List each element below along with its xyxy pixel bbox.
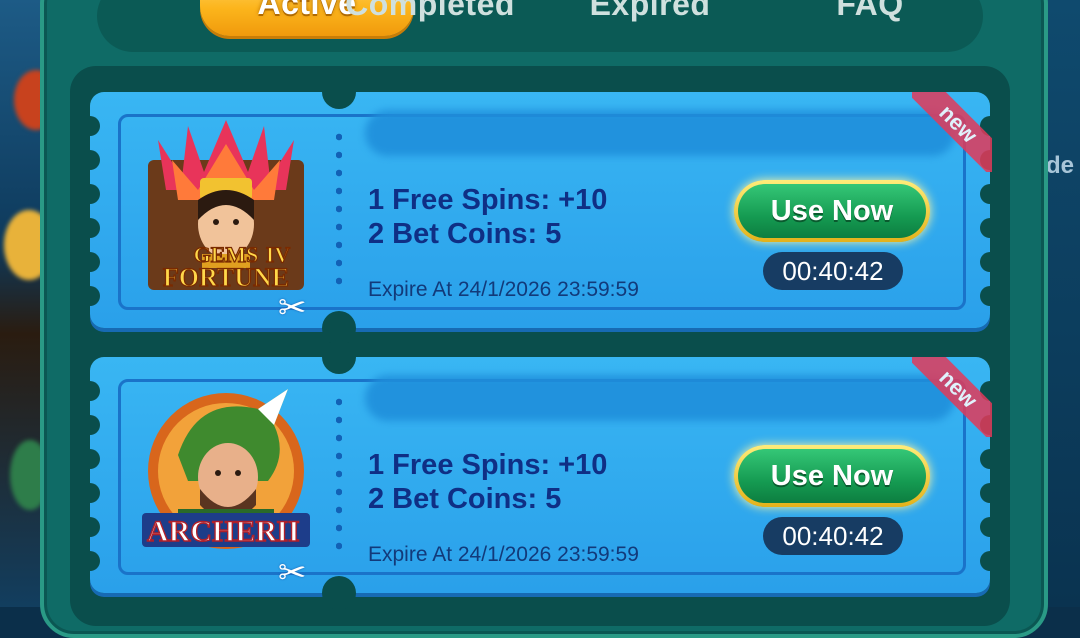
coupon-card: GEMS IV FORTUNE ✂ 1 Free Spins: +10 2 Be…: [80, 75, 1000, 345]
stub-notch: [322, 340, 356, 374]
free-spins-text: 1 Free Spins: +10: [368, 449, 608, 481]
ticket-notch: [80, 381, 100, 401]
use-now-button[interactable]: Use Now: [734, 180, 930, 242]
ticket-notch: [980, 252, 1000, 272]
ticket-notch: [80, 218, 100, 238]
expire-text: Expire At 24/1/2026 23:59:59: [368, 278, 639, 301]
new-badge-label: new: [912, 357, 992, 437]
background-text: de: [1045, 152, 1074, 179]
ticket-notch: [80, 551, 100, 571]
ticket-notch: [980, 218, 1000, 238]
ticket-notch: [80, 415, 100, 435]
ticket-notch: [80, 150, 100, 170]
use-now-label: Use Now: [738, 449, 926, 503]
ticket-notch: [980, 517, 1000, 537]
ticket-notch: [980, 551, 1000, 571]
stub-notch: [322, 75, 356, 109]
ticket-notch: [980, 483, 1000, 503]
perforation-line: [336, 393, 342, 553]
gems-of-fortune-game-icon: GEMS IV FORTUNE: [148, 120, 304, 290]
stub-notch: [322, 576, 356, 610]
game-logo-text: II: [276, 515, 299, 548]
ticket-notch: [980, 449, 1000, 469]
game-logo-text: ARCHER: [147, 515, 277, 548]
coupon-card: ARCHER II ✂ 1 Free Spins: +10 2 Bet Coin…: [80, 340, 1000, 610]
scissors-icon: ✂: [278, 289, 307, 327]
expire-text: Expire At 24/1/2026 23:59:59: [368, 543, 639, 566]
ticket-notch: [80, 286, 100, 306]
bet-coins-text: 2 Bet Coins: 5: [368, 218, 562, 250]
ticket-notch: [980, 184, 1000, 204]
redacted-title: [365, 110, 955, 156]
new-badge: new: [912, 357, 992, 437]
ticket-notch: [80, 483, 100, 503]
scissors-icon: ✂: [278, 554, 307, 592]
countdown-timer: 00:40:42: [763, 517, 903, 555]
use-now-label: Use Now: [738, 184, 926, 238]
new-badge: new: [912, 92, 992, 172]
perforation-line: [336, 128, 342, 288]
ticket-notch: [80, 449, 100, 469]
ticket-notch: [80, 252, 100, 272]
game-logo-text: FORTUNE: [163, 263, 289, 290]
countdown-timer: 00:40:42: [763, 252, 903, 290]
tab-bar: Active Completed Expired FAQ: [97, 0, 983, 52]
ticket-notch: [80, 517, 100, 537]
tab-faq[interactable]: FAQ: [763, 0, 977, 34]
free-spins-text: 1 Free Spins: +10: [368, 184, 608, 216]
ticket-notch: [80, 116, 100, 136]
new-badge-label: new: [912, 92, 992, 172]
redacted-title: [365, 375, 955, 421]
archer-game-icon: ARCHER II: [142, 389, 310, 549]
tab-completed[interactable]: Completed: [323, 0, 537, 34]
tab-expired[interactable]: Expired: [543, 0, 757, 34]
ticket-notch: [80, 184, 100, 204]
use-now-button[interactable]: Use Now: [734, 445, 930, 507]
bet-coins-text: 2 Bet Coins: 5: [368, 483, 562, 515]
ticket-notch: [980, 286, 1000, 306]
